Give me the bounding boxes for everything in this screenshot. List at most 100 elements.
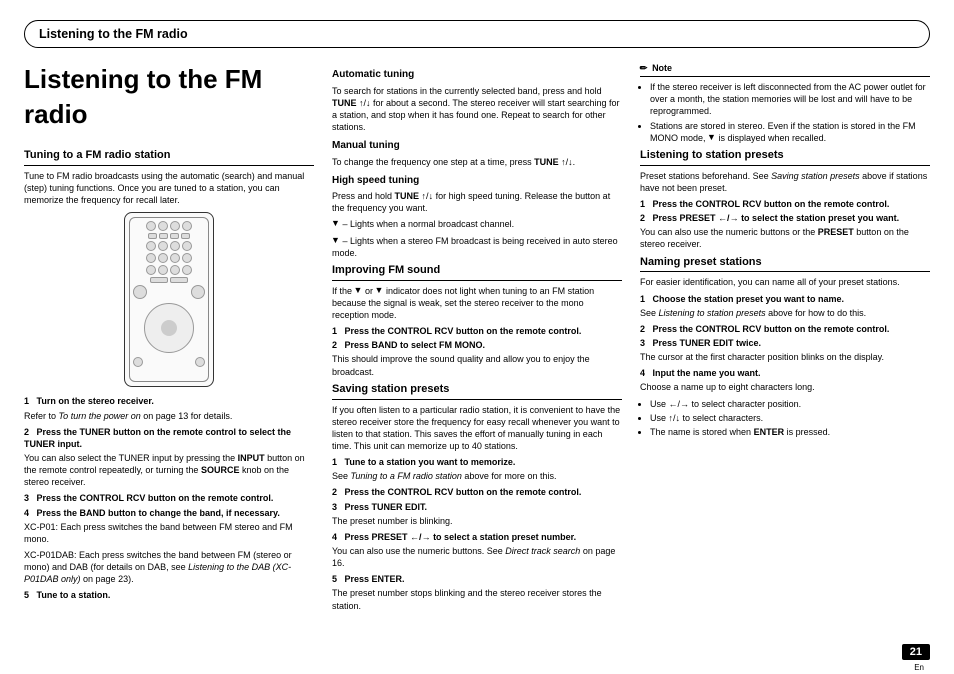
arrow-down-icon (568, 157, 573, 167)
mono-indicator-icon (355, 286, 363, 294)
manual-a: To change the frequency one step at a ti… (332, 157, 534, 167)
running-title: Listening to the FM radio (39, 27, 188, 41)
save-s1: Tune to a station you want to memorize. (345, 457, 516, 467)
s1-after-i: To turn the power on (59, 411, 141, 421)
save-s3: Press TUNER EDIT. (345, 502, 428, 512)
save-s1a: See (332, 471, 351, 481)
save-intro: If you often listen to a particular radi… (332, 404, 622, 453)
note-heading: ✎ Note (640, 62, 930, 77)
name-s1a: See (640, 308, 659, 318)
name-s4-after: Choose a name up to eight characters lon… (640, 381, 930, 393)
page-lang: En (914, 663, 924, 672)
auto-c: for about a second. The stereo receiver … (332, 98, 619, 132)
name-h: Naming preset stations (640, 255, 930, 273)
nb3c: is pressed. (784, 427, 830, 437)
nb1a: Use (650, 399, 669, 409)
save-s4-aa: You can also use the numeric buttons. Se… (332, 546, 505, 556)
listen-h: Listening to station presets (640, 148, 930, 166)
note-b2b: is displayed when recalled. (716, 133, 826, 143)
step2: Press the TUNER button on the remote con… (24, 427, 291, 449)
column-3: ✎ Note If the stereo receiver is left di… (640, 62, 930, 616)
stereo-indicator-icon (376, 286, 384, 294)
arrow-left-icon (669, 399, 678, 409)
improve-s2: Press BAND to select FM MONO. (345, 340, 486, 350)
pencil-icon: ✎ (637, 61, 651, 75)
subhead-tuning: Tuning to a FM radio station (24, 148, 314, 166)
page-title: Listening to the FM radio (24, 62, 314, 132)
step3: Press the CONTROL RCV button on the remo… (37, 493, 274, 503)
s1-after-a: Refer to (24, 411, 59, 421)
listen-ia: Preset stations beforehand. See (640, 171, 771, 181)
name-s1: Choose the station preset you want to na… (653, 294, 845, 304)
hs-a: Press and hold (332, 191, 395, 201)
name-s3: Press TUNER EDIT twice. (653, 338, 762, 348)
stereo-indicator-icon (708, 133, 716, 141)
manual-b: TUNE (534, 157, 561, 167)
improve-after: This should improve the sound quality an… (332, 353, 622, 377)
arrow-up-icon (359, 98, 364, 108)
arrow-right-icon (422, 532, 431, 542)
manual-h: Manual tuning (332, 139, 622, 153)
auto-b: TUNE (332, 98, 359, 108)
save-s4b: to select a station preset number. (431, 532, 577, 542)
s2b: INPUT (238, 453, 265, 463)
ind-a: – Lights when a normal broadcast channel… (340, 219, 514, 229)
save-after: The preset number stops blinking and the… (332, 587, 622, 611)
arrow-right-icon (680, 399, 689, 409)
s4b3: on page 23). (81, 574, 134, 584)
tuning-intro: Tune to FM radio broadcasts using the au… (24, 170, 314, 206)
arrow-up-icon (422, 191, 427, 201)
step4: Press the BAND button to change the band… (37, 508, 280, 518)
name-s4: Input the name you want. (653, 368, 761, 378)
name-s2: Press the CONTROL RCV button on the remo… (653, 324, 890, 334)
s4a: XC-P01: Each press switches the band bet… (24, 521, 314, 545)
s1-after-b: on page 13 for details. (141, 411, 233, 421)
listen-ii: Saving station presets (771, 171, 860, 181)
listen-s2b: to select the station preset you want. (739, 213, 900, 223)
save-s1i: Tuning to a FM radio station (351, 471, 462, 481)
arrow-up-icon (669, 413, 674, 423)
nb3a: The name is stored when (650, 427, 754, 437)
nb2a: Use (650, 413, 669, 423)
running-header: Listening to the FM radio (24, 20, 930, 48)
name-intro: For easier identification, you can name … (640, 276, 930, 288)
column-1: Listening to the FM radio Tuning to a FM… (24, 62, 314, 616)
listen-ab: PRESET (818, 227, 854, 237)
arrow-up-icon (561, 157, 566, 167)
improve-h: Improving FM sound (332, 263, 622, 281)
tuning-steps: 1 Turn on the stereo receiver. (24, 395, 314, 407)
mono-indicator-icon (332, 219, 340, 227)
hs-b: TUNE (395, 191, 422, 201)
save-s3-after: The preset number is blinking. (332, 515, 622, 527)
column-2: Automatic tuning To search for stations … (332, 62, 622, 616)
body-columns: Listening to the FM radio Tuning to a FM… (24, 62, 930, 616)
name-s1b: above for how to do this. (766, 308, 867, 318)
save-h: Saving station presets (332, 382, 622, 400)
auto-a: To search for stations in the currently … (332, 86, 602, 96)
ind-b: – Lights when a stereo FM broadcast is b… (332, 236, 618, 258)
nb2b: to select characters. (680, 413, 763, 423)
note-label-text: Note (652, 63, 672, 73)
nb3b: ENTER (754, 427, 785, 437)
s2a: You can also select the TUNER input by p… (24, 453, 238, 463)
step5: Tune to a station. (37, 590, 111, 600)
arrow-left-icon (718, 213, 727, 223)
save-s4-ai: Direct track search (505, 546, 580, 556)
nb1b: to select character position. (689, 399, 801, 409)
stereo-indicator-icon (332, 236, 340, 244)
remote-control-image (124, 212, 214, 387)
note-b1: If the stereo receiver is left disconnec… (650, 81, 930, 117)
s2d: SOURCE (201, 465, 240, 475)
auto-tuning-h: Automatic tuning (332, 68, 622, 82)
arrow-left-icon (410, 532, 419, 542)
save-s4a: Press PRESET (345, 532, 411, 542)
step1: Turn on the stereo receiver. (37, 396, 154, 406)
save-s5: Press ENTER. (345, 574, 405, 584)
arrow-right-icon (730, 213, 739, 223)
save-s1b: above for more on this. (462, 471, 557, 481)
save-s2: Press the CONTROL RCV button on the remo… (345, 487, 582, 497)
note-bullets: If the stereo receiver is left disconnec… (640, 81, 930, 144)
hs-h: High speed tuning (332, 174, 622, 188)
listen-s1: Press the CONTROL RCV button on the remo… (653, 199, 890, 209)
listen-aa: You can also use the numeric buttons or … (640, 227, 818, 237)
